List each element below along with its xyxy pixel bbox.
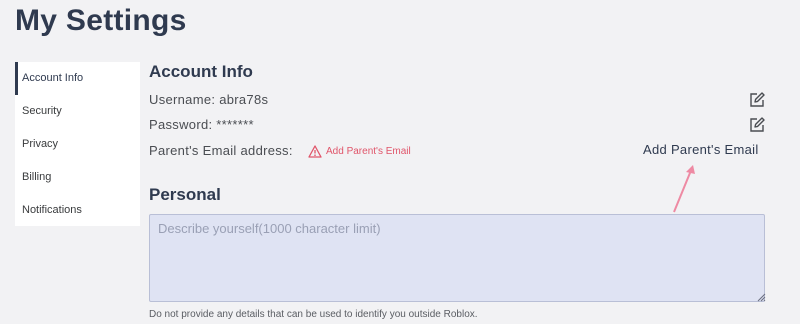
edit-username-icon[interactable] xyxy=(748,91,766,109)
personal-heading: Personal xyxy=(149,185,221,204)
sidebar-item-account-info[interactable]: Account Info xyxy=(15,62,140,95)
warning-icon xyxy=(308,145,322,158)
sidebar-item-billing[interactable]: Billing xyxy=(15,161,140,194)
add-parent-email-link[interactable]: Add Parent's Email xyxy=(643,142,759,157)
settings-sidebar: Account Info Security Privacy Billing No… xyxy=(15,62,140,226)
sidebar-item-privacy[interactable]: Privacy xyxy=(15,128,140,161)
annotation-arrow-icon xyxy=(673,165,695,213)
privacy-hint: Do not provide any details that can be u… xyxy=(149,309,478,320)
add-parent-email-warning-text[interactable]: Add Parent's Email xyxy=(326,146,411,157)
page-title: My Settings xyxy=(15,4,187,37)
sidebar-item-security[interactable]: Security xyxy=(15,95,140,128)
sidebar-item-notifications[interactable]: Notifications xyxy=(15,194,140,227)
edit-password-icon[interactable] xyxy=(748,116,766,134)
description-textarea[interactable] xyxy=(149,214,765,302)
resize-grip-icon[interactable] xyxy=(756,292,766,302)
account-info-heading: Account Info xyxy=(149,62,253,81)
add-parent-email-warning[interactable]: Add Parent's Email xyxy=(308,145,411,158)
parent-email-label: Parent's Email address: xyxy=(149,143,293,158)
password-text: Password: ******* xyxy=(149,117,254,132)
username-text: Username: abra78s xyxy=(149,92,269,107)
